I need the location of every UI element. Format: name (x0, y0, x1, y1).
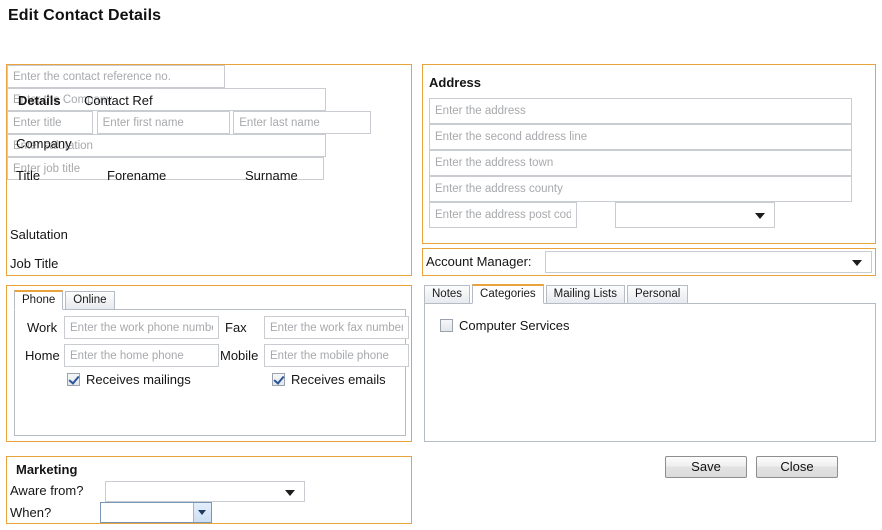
work-phone-input[interactable] (64, 316, 219, 339)
contact-methods-panel: Phone Online Work Fax Home Mobile Receiv… (6, 285, 412, 442)
surname-input[interactable] (233, 111, 372, 134)
account-manager-label: Account Manager: (426, 254, 532, 269)
tab-phone[interactable]: Phone (14, 290, 64, 310)
title-label: Title (16, 168, 41, 183)
marketing-panel-title: Marketing (16, 462, 78, 477)
address-panel-title: Address (429, 75, 482, 90)
tab-mailing-lists[interactable]: Mailing Lists (545, 285, 625, 304)
contact-tabstrip: Phone Online (14, 290, 117, 310)
when-select[interactable] (100, 502, 212, 523)
contact-ref-input[interactable] (7, 65, 225, 88)
receives-emails-checkbox[interactable] (272, 373, 285, 386)
receives-emails-label: Receives emails (291, 372, 386, 387)
page-title: Edit Contact Details (8, 7, 162, 24)
details-panel: Details Contact Ref Company Title Forena… (6, 64, 412, 276)
receives-emails-row[interactable]: Receives emails (272, 372, 386, 387)
address-postcode-input[interactable] (429, 202, 577, 228)
title-input[interactable] (7, 111, 93, 134)
category-computer-services-checkbox[interactable] (440, 319, 453, 332)
category-computer-services-label: Computer Services (459, 318, 570, 333)
chevron-down-icon[interactable] (193, 503, 211, 522)
marketing-panel: Marketing Aware from? When? (6, 456, 412, 524)
tab-notes[interactable]: Notes (424, 285, 471, 304)
company-label: Company (16, 136, 72, 151)
account-manager-select[interactable] (545, 251, 872, 273)
fax-input[interactable] (264, 316, 409, 339)
fax-label: Fax (225, 320, 247, 335)
forename-input[interactable] (96, 111, 230, 134)
address-line1-input[interactable] (429, 98, 852, 124)
tab-categories[interactable]: Categories (472, 284, 544, 304)
mobile-input[interactable] (264, 344, 409, 367)
forename-label: Forename (107, 168, 167, 183)
tab-online[interactable]: Online (65, 291, 115, 310)
save-button[interactable]: Save (665, 456, 747, 478)
address-panel: Address (422, 64, 876, 244)
address-line2-input[interactable] (429, 124, 852, 150)
close-button[interactable]: Close (756, 456, 838, 478)
receives-mailings-row[interactable]: Receives mailings (67, 372, 191, 387)
job-title-label: Job Title (10, 256, 59, 271)
aware-from-select[interactable] (105, 481, 305, 502)
address-country-select[interactable] (615, 202, 775, 228)
info-tabstrip: Notes Categories Mailing Lists Personal (424, 284, 690, 304)
mobile-label: Mobile (220, 348, 259, 363)
home-phone-input[interactable] (64, 344, 219, 367)
contact-ref-label: Contact Ref (84, 93, 153, 108)
home-phone-label: Home (25, 348, 60, 363)
info-tabs-container: Notes Categories Mailing Lists Personal … (422, 284, 876, 442)
aware-from-label: Aware from? (10, 483, 84, 498)
details-panel-title: Details (18, 93, 61, 108)
address-county-input[interactable] (429, 176, 852, 202)
categories-tabpanel: Computer Services (424, 303, 876, 442)
chevron-down-icon (852, 260, 862, 266)
account-manager-panel: Account Manager: (422, 248, 876, 276)
chevron-down-icon (755, 213, 765, 219)
chevron-down-icon (285, 489, 295, 496)
tab-personal[interactable]: Personal (626, 285, 689, 304)
receives-mailings-label: Receives mailings (86, 372, 191, 387)
receives-mailings-checkbox[interactable] (67, 373, 80, 386)
work-phone-label: Work (27, 320, 58, 335)
category-row[interactable]: Computer Services (440, 318, 570, 333)
address-town-input[interactable] (429, 150, 852, 176)
when-label: When? (10, 505, 52, 520)
surname-label: Surname (245, 168, 298, 183)
salutation-label: Salutation (10, 227, 68, 242)
